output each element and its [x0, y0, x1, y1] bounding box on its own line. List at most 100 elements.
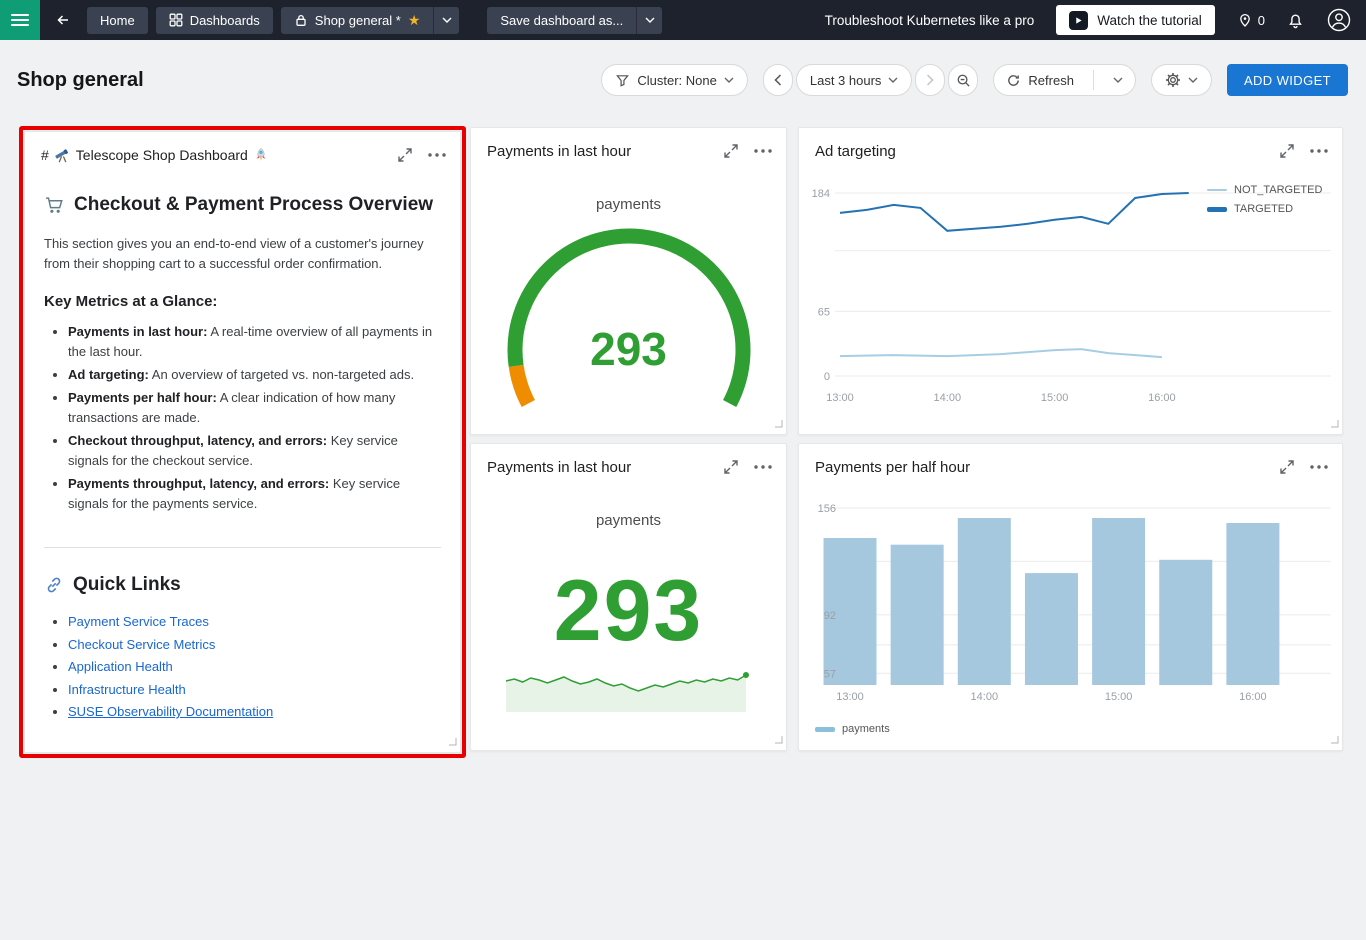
avatar-icon	[1326, 7, 1352, 33]
widget-menu-button[interactable]	[428, 153, 446, 157]
ellipsis-icon	[428, 153, 446, 157]
hamburger-icon	[11, 11, 29, 29]
page-title: Shop general	[17, 69, 144, 92]
pin-button[interactable]: 0	[1237, 12, 1265, 28]
svg-text:0: 0	[824, 371, 830, 383]
resize-handle[interactable]	[774, 416, 783, 431]
widget-menu-button[interactable]	[754, 465, 772, 469]
quick-link[interactable]: Payment Service Traces	[68, 614, 209, 629]
resize-handle[interactable]	[774, 732, 783, 747]
resize-handle[interactable]	[1330, 416, 1339, 431]
resize-handle[interactable]	[448, 734, 457, 749]
quick-link[interactable]: Checkout Service Metrics	[68, 637, 215, 652]
pin-icon	[1237, 12, 1253, 28]
save-dashboard-group: Save dashboard as...	[487, 7, 662, 34]
rocket-emoji	[253, 147, 269, 163]
add-widget-button[interactable]: ADD WIDGET	[1227, 64, 1348, 96]
svg-text:15:00: 15:00	[1105, 691, 1133, 703]
legend-swatch	[815, 727, 835, 732]
user-avatar-button[interactable]	[1326, 7, 1352, 33]
gauge-chart	[471, 128, 788, 423]
cluster-filter[interactable]: Cluster: None	[601, 64, 747, 96]
refresh-button[interactable]: Refresh	[994, 65, 1086, 95]
quick-link-item: Application Health	[68, 656, 441, 679]
favorite-star-icon[interactable]: ★	[408, 13, 421, 27]
quick-links-heading: Quick Links	[44, 574, 441, 596]
expand-icon	[724, 460, 738, 474]
chevron-down-icon	[645, 17, 655, 23]
quick-link[interactable]: SUSE Observability Documentation	[68, 704, 273, 719]
resize-handle[interactable]	[1330, 732, 1339, 747]
chevron-left-icon	[774, 74, 782, 86]
metric-item: Ad targeting: An overview of targeted vs…	[68, 365, 441, 385]
legend-swatch	[1207, 189, 1227, 192]
quick-links-list: Payment Service Traces Checkout Service …	[44, 611, 441, 724]
chevron-down-icon	[1188, 77, 1198, 83]
pin-count: 0	[1258, 13, 1265, 28]
play-icon	[1069, 11, 1088, 30]
svg-text:14:00: 14:00	[971, 691, 999, 703]
svg-text:16:00: 16:00	[1239, 691, 1267, 703]
quick-link-item: Payment Service Traces	[68, 611, 441, 634]
time-controls: Last 3 hours	[763, 64, 979, 96]
notifications-button[interactable]	[1287, 12, 1304, 29]
svg-text:92: 92	[824, 610, 836, 622]
bar-chart-widget: Payments per half hour 156925713:0014:00…	[798, 443, 1343, 751]
arrow-left-icon	[55, 12, 71, 28]
chevron-right-icon	[926, 74, 934, 86]
expand-button[interactable]	[398, 148, 412, 162]
navbar-right: Troubleshoot Kubernetes like a pro Watch…	[825, 5, 1366, 35]
save-dashboard-as-button[interactable]: Save dashboard as...	[487, 7, 636, 34]
chevron-down-icon	[442, 17, 452, 23]
big-number-widget: Payments in last hour payments 293	[470, 443, 787, 751]
quick-link[interactable]: Infrastructure Health	[68, 682, 186, 697]
widget-title: # Telescope Shop Dashboard	[41, 147, 398, 164]
expand-button[interactable]	[724, 460, 738, 474]
dashboard-options-chevron[interactable]	[433, 7, 459, 34]
save-as-chevron[interactable]	[636, 7, 662, 34]
svg-text:57: 57	[824, 668, 836, 680]
refresh-icon	[1006, 73, 1021, 88]
watch-tutorial-button[interactable]: Watch the tutorial	[1056, 5, 1215, 35]
svg-text:65: 65	[818, 306, 830, 318]
widget-actions	[398, 148, 446, 162]
ellipsis-icon	[754, 465, 772, 469]
quick-link-item: Infrastructure Health	[68, 679, 441, 702]
app-menu-button[interactable]	[0, 0, 40, 40]
metric-item: Checkout throughput, latency, and errors…	[68, 431, 441, 471]
legend-item: TARGETED	[1207, 203, 1322, 215]
dashboards-grid-icon	[169, 13, 183, 27]
time-back-button[interactable]	[763, 64, 793, 96]
metric-item: Payments per half hour: A clear indicati…	[68, 388, 441, 428]
quick-link-item: Checkout Service Metrics	[68, 634, 441, 657]
time-forward-button[interactable]	[915, 64, 945, 96]
legend-swatch	[1207, 207, 1227, 212]
refresh-options-chevron[interactable]	[1101, 65, 1135, 95]
dashboard-controls: Cluster: None Last 3 hours Refresh ADD W…	[601, 64, 1348, 96]
gauge-widget: Payments in last hour payments 293	[470, 127, 787, 435]
bell-icon	[1287, 12, 1304, 29]
svg-text:156: 156	[818, 503, 836, 515]
nav-current-dashboard-button[interactable]: Shop general * ★	[281, 7, 434, 34]
settings-button[interactable]	[1151, 64, 1212, 96]
gauge-value: 293	[471, 322, 786, 376]
nav-dashboards-button[interactable]: Dashboards	[156, 7, 273, 34]
chart-legend: NOT_TARGETED TARGETED	[1207, 184, 1322, 215]
line-chart: 18465013:0014:0015:0016:00	[799, 128, 1342, 434]
promo-text: Troubleshoot Kubernetes like a pro	[825, 13, 1035, 28]
overview-intro: This section gives you an end-to-end vie…	[44, 234, 441, 274]
time-range-selector[interactable]: Last 3 hours	[796, 64, 913, 96]
back-button[interactable]	[48, 6, 78, 34]
svg-text:16:00: 16:00	[1148, 392, 1176, 404]
svg-text:13:00: 13:00	[826, 392, 854, 404]
quick-link[interactable]: Application Health	[68, 659, 173, 674]
zoom-out-button[interactable]	[948, 64, 978, 96]
expand-icon	[398, 148, 412, 162]
dashboard-switcher: Shop general * ★	[281, 7, 460, 34]
refresh-control: Refresh	[993, 64, 1136, 96]
series-label: payments	[471, 512, 786, 529]
chevron-down-icon	[888, 77, 898, 83]
nav-home-button[interactable]: Home	[87, 7, 148, 34]
chevron-down-icon	[724, 77, 734, 83]
filter-funnel-icon	[615, 73, 630, 88]
